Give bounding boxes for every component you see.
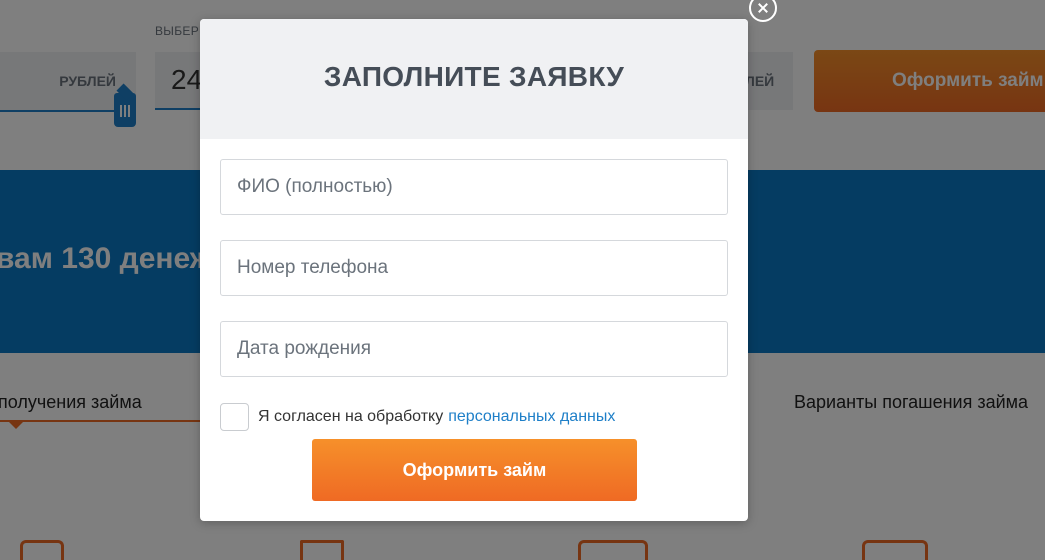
modal-title: ЗАПОЛНИТЕ ЗАЯВКУ	[323, 61, 625, 92]
consent-checkbox[interactable]	[220, 403, 249, 431]
consent-text: Я согласен на обработку	[258, 408, 444, 425]
consent-row: Я согласен на обработку персональных дан…	[220, 403, 615, 431]
personal-data-link[interactable]: персональных данных	[448, 408, 615, 426]
submit-button[interactable]: Оформить займ	[312, 439, 637, 501]
phone-field[interactable]	[220, 240, 728, 296]
full-name-field[interactable]	[220, 159, 728, 215]
modal-header: ЗАПОЛНИТЕ ЗАЯВКУ	[200, 19, 748, 139]
application-modal: ЗАПОЛНИТЕ ЗАЯВКУ Я согласен на обработку…	[200, 19, 748, 521]
birth-date-field[interactable]	[220, 321, 728, 377]
